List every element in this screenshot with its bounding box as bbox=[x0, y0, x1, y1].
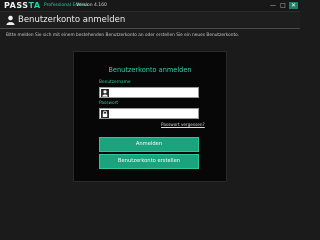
create-account-button[interactable]: Benutzerkonto erstellen bbox=[99, 154, 199, 169]
brand-accent: TA bbox=[28, 1, 41, 10]
password-field[interactable] bbox=[99, 108, 199, 119]
app-logo: PASSTA bbox=[4, 1, 41, 11]
maximize-button[interactable]: □ bbox=[279, 2, 287, 9]
brand-main: PASS bbox=[4, 1, 29, 10]
page-title: Benutzerkonto anmelden bbox=[18, 15, 126, 25]
login-button[interactable]: Anmelden bbox=[99, 137, 199, 152]
login-panel-title: Benutzerkonto anmelden bbox=[108, 66, 192, 74]
minimize-button[interactable]: — bbox=[269, 2, 277, 9]
close-button[interactable]: ✕ bbox=[289, 2, 298, 9]
password-input[interactable] bbox=[110, 109, 198, 118]
page-header: Benutzerkonto anmelden bbox=[0, 12, 300, 29]
person-icon bbox=[101, 89, 109, 97]
lock-icon bbox=[101, 110, 109, 118]
version-label: Version 4.160 bbox=[76, 3, 107, 8]
username-label: Benutzername bbox=[99, 80, 131, 85]
user-icon bbox=[6, 15, 15, 25]
info-text: Bitte melden Sie sich mit einem bestehen… bbox=[6, 33, 240, 38]
username-field[interactable] bbox=[99, 87, 199, 98]
password-label: Passwort bbox=[99, 101, 119, 106]
forgot-password-link[interactable]: Passwort vergessen? bbox=[161, 122, 205, 128]
title-bar: PASSTA Professional Edition Version 4.16… bbox=[0, 0, 300, 12]
username-input[interactable] bbox=[110, 88, 198, 97]
